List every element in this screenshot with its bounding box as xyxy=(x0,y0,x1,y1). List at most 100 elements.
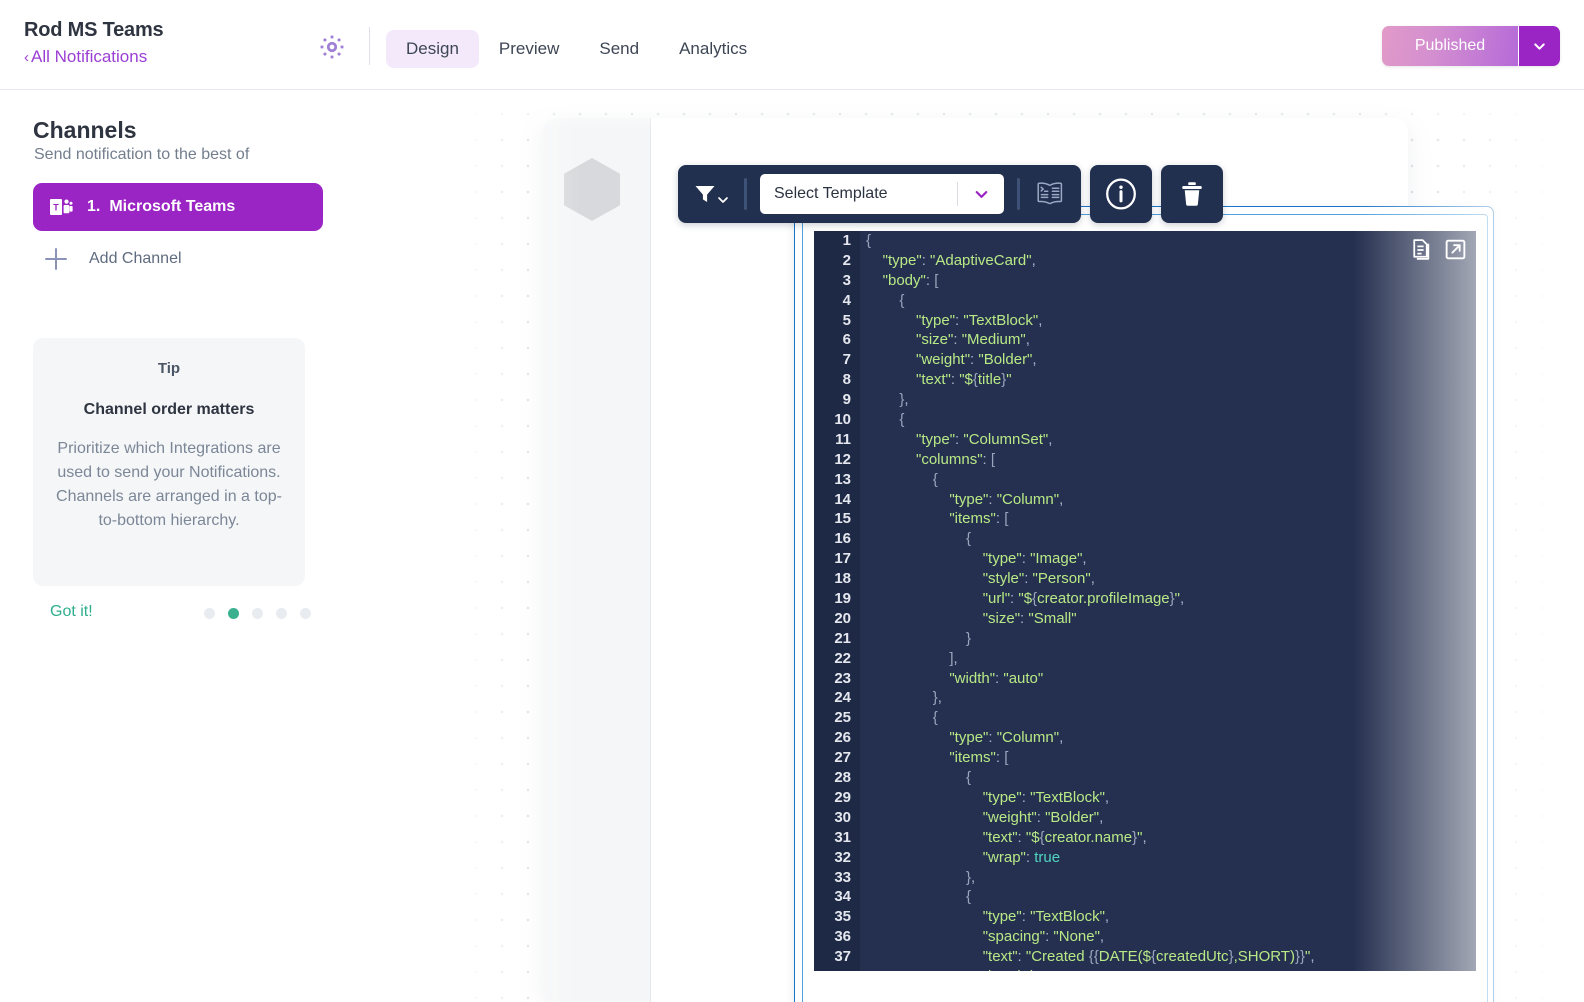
canvas-sheet: 1{2 "type": "AdaptiveCard", 3 "body": [4 … xyxy=(543,118,1494,1002)
delete-button[interactable] xyxy=(1161,165,1223,223)
code-line: 1{ xyxy=(814,231,1476,251)
pagination-dot[interactable] xyxy=(276,608,287,619)
code-line-number: 30 xyxy=(834,808,851,826)
code-line-text: "type": "TextBlock", xyxy=(982,908,1110,926)
code-line: 17 "type": "Image", xyxy=(814,549,1476,569)
code-line-text: }, xyxy=(932,689,942,707)
code-line-number: 10 xyxy=(834,411,851,429)
code-line: 35 "type": "TextBlock", xyxy=(814,907,1476,927)
got-it-link[interactable]: Got it! xyxy=(50,603,93,621)
back-link-label: All Notifications xyxy=(31,47,148,66)
chevron-down-icon[interactable] xyxy=(958,185,1004,204)
code-line-text: "weight": "Bolder", xyxy=(982,808,1104,826)
tip-kicker: Tip xyxy=(157,360,181,377)
external-link-icon[interactable] xyxy=(1443,237,1468,267)
trash-icon xyxy=(1182,182,1202,206)
toolbar-main-group: Select Template xyxy=(678,165,1081,223)
code-line: 29 "type": "TextBlock", xyxy=(814,788,1476,808)
code-line-text: "width": "auto" xyxy=(949,669,1044,687)
code-line-text: { xyxy=(899,411,905,429)
code-line: 37 "text": "Created {{DATE(${createdUtc}… xyxy=(814,947,1476,967)
select-template-dropdown[interactable]: Select Template xyxy=(760,174,1004,214)
brand-block: Rod MS Teams ‹ All Notifications xyxy=(24,18,164,70)
code-line: 3 "body": [ xyxy=(814,271,1476,291)
code-line-text: "items": [ xyxy=(949,510,1009,528)
code-line-text: { xyxy=(966,769,972,787)
code-line: 12 "columns": [ xyxy=(814,450,1476,470)
code-line-number: 20 xyxy=(834,609,851,627)
code-line-number: 37 xyxy=(834,948,851,966)
code-line: 38 "isSubtle": true xyxy=(814,967,1476,971)
gear-icon[interactable] xyxy=(318,33,346,61)
code-line-number: 27 xyxy=(834,749,851,767)
code-line: 32 "wrap": true xyxy=(814,848,1476,868)
pagination-dot[interactable] xyxy=(204,608,215,619)
tab-design[interactable]: Design xyxy=(386,30,479,68)
top-bar: Rod MS Teams ‹ All Notifications Design P… xyxy=(0,0,1584,90)
template-node-card[interactable]: 1{2 "type": "AdaptiveCard", 3 "body": [4 … xyxy=(776,175,1494,1002)
code-line-number: 16 xyxy=(834,530,851,548)
chevron-down-icon xyxy=(718,197,728,203)
microsoft-teams-icon: T xyxy=(49,195,73,219)
code-line: 10 { xyxy=(814,410,1476,430)
code-line: 4 { xyxy=(814,291,1476,311)
code-line-text: "url": "${creator.profileImage}", xyxy=(982,590,1185,608)
json-code-editor[interactable]: 1{2 "type": "AdaptiveCard", 3 "body": [4 … xyxy=(814,231,1476,971)
code-line: 25 { xyxy=(814,708,1476,728)
hexagon-node-icon[interactable] xyxy=(564,158,620,221)
code-line-text: "wrap": true xyxy=(982,848,1061,866)
copy-document-icon[interactable] xyxy=(1408,237,1433,267)
code-line-text: { xyxy=(932,470,938,488)
code-line-text: "style": "Person", xyxy=(982,570,1095,588)
info-button[interactable] xyxy=(1090,165,1152,223)
code-line-text: "size": "Small" xyxy=(982,609,1077,627)
code-line-number: 1 xyxy=(842,232,851,249)
code-line: 22 ], xyxy=(814,649,1476,669)
code-line: 30 "weight": "Bolder", xyxy=(814,808,1476,828)
publish-status-control: Published xyxy=(1382,26,1560,66)
code-line: 33 }, xyxy=(814,868,1476,888)
code-line-number: 36 xyxy=(834,928,851,946)
code-line-text: { xyxy=(966,530,972,548)
code-line: 27 "items": [ xyxy=(814,748,1476,768)
code-line: 28 { xyxy=(814,768,1476,788)
back-to-all-notifications-link[interactable]: ‹ All Notifications xyxy=(24,45,163,70)
pagination-dot-active[interactable] xyxy=(228,608,239,619)
add-channel-button[interactable]: Add Channel xyxy=(45,242,182,276)
code-line: 14 "type": "Column", xyxy=(814,490,1476,510)
add-channel-label: Add Channel xyxy=(89,250,182,267)
code-line: 13 { xyxy=(814,470,1476,490)
channels-heading: Channels xyxy=(33,117,137,143)
filter-icon[interactable] xyxy=(692,182,731,206)
code-book-icon[interactable] xyxy=(1033,179,1067,209)
channel-item-microsoft-teams[interactable]: T 1. Microsoft Teams xyxy=(33,183,323,231)
code-line-number: 23 xyxy=(834,669,851,687)
code-line-text: "type": "Column", xyxy=(949,729,1064,747)
code-line: 21 } xyxy=(814,629,1476,649)
code-line-number: 28 xyxy=(834,769,851,787)
code-line-number: 18 xyxy=(834,570,851,588)
code-line-number: 7 xyxy=(842,351,851,369)
channels-subheading: Send notification to the best of xyxy=(34,146,250,163)
code-line-number: 34 xyxy=(834,888,851,906)
code-line-number: 22 xyxy=(834,649,851,667)
plus-icon xyxy=(45,248,67,270)
pagination-dot[interactable] xyxy=(252,608,263,619)
code-line-text: "type": "AdaptiveCard", xyxy=(882,251,1036,269)
tab-send[interactable]: Send xyxy=(579,30,659,68)
published-button[interactable]: Published xyxy=(1382,26,1518,66)
code-line-number: 17 xyxy=(834,550,851,568)
code-line-text: ], xyxy=(949,649,958,667)
node-toolbar: Select Template xyxy=(678,165,1223,223)
tab-analytics[interactable]: Analytics xyxy=(659,30,767,68)
publish-dropdown-button[interactable] xyxy=(1518,26,1560,66)
code-line-text: "size": "Medium", xyxy=(916,331,1030,349)
tab-preview[interactable]: Preview xyxy=(479,30,579,68)
code-line: 7 "weight": "Bolder", xyxy=(814,350,1476,370)
code-line-text: { xyxy=(932,709,938,727)
code-line-number: 5 xyxy=(842,311,851,329)
pagination-dot[interactable] xyxy=(300,608,311,619)
code-line-number: 32 xyxy=(834,848,851,866)
flow-canvas[interactable]: 1{2 "type": "AdaptiveCard", 3 "body": [4 … xyxy=(430,90,1584,1002)
code-line: 16 { xyxy=(814,529,1476,549)
